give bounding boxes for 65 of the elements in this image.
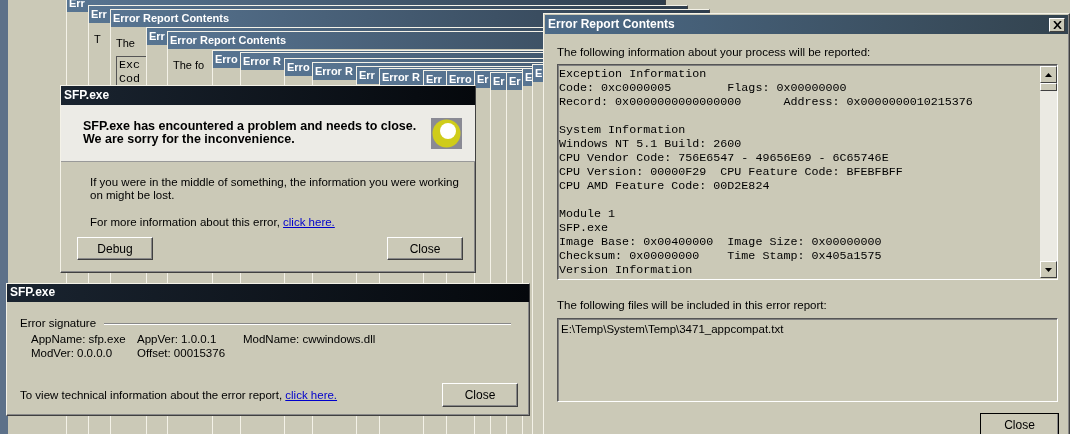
info-text: For more information about this error, click here.: [90, 215, 336, 230]
help-link[interactable]: click here.: [283, 216, 335, 228]
window-title: SFP.exe: [61, 86, 475, 105]
heading-text: We are sorry for the inconvenience.: [83, 133, 295, 147]
report-line: CPU Version: 00000F29 CPU Feature Code: BFEBFBFF: [559, 165, 904, 180]
window-title: Err: [426, 73, 442, 85]
footer-text: To view technical information about the error report, click here.: [20, 387, 338, 403]
window-title: Error R: [315, 65, 353, 77]
window-title: Er: [493, 75, 505, 87]
signature-field: Offset: 00015376: [137, 346, 337, 361]
close-icon[interactable]: [1049, 17, 1065, 32]
window-title: SFP.exe: [7, 284, 529, 302]
window-title: E: [535, 67, 543, 79]
intro-text: The following information about your process will be reported:: [557, 45, 872, 60]
scroll-down-icon[interactable]: [1040, 261, 1057, 279]
debug-button[interactable]: Debug: [77, 237, 153, 261]
report-line: Windows NT 5.1 Build: 2600: [559, 137, 743, 152]
window-title: Err: [359, 69, 375, 81]
window-title: Error Report Contents: [548, 16, 675, 33]
window-title: E: [525, 71, 533, 83]
report-line: Module 1: [559, 207, 617, 222]
body-text: T: [94, 33, 101, 45]
warning-icon: [431, 117, 462, 149]
signature-field: ModVer: 0.0.0.0: [31, 346, 137, 361]
report-line: Record: 0x0000000000000000 Address: 0x0000000010215376: [559, 95, 974, 110]
group-label: Error signature: [20, 316, 97, 331]
report-line: Image Base: 0x00400000 Image Size: 0x00000000: [559, 235, 883, 250]
signature-field: ModName: cwwindows.dll: [243, 332, 443, 347]
close-button[interactable]: Close: [387, 237, 463, 261]
report-line: SFP.exe: [559, 221, 610, 236]
window-title: Error R: [243, 55, 281, 67]
technical-info-link[interactable]: click here.: [285, 388, 338, 401]
window-title: Err: [91, 8, 107, 20]
close-button[interactable]: Close: [980, 412, 1059, 434]
report-line: CPU AMD Feature Code: 00D2E824: [559, 179, 771, 194]
window-title: Erro: [287, 61, 310, 73]
report-line: Exception Information: [559, 67, 708, 82]
signature-field: AppName: sfp.exe: [31, 332, 137, 347]
report-line: Code: 0xc0000005 Flags: 0x00000000: [559, 81, 848, 96]
report-line: CPU Vendor Code: 756E6547 - 49656E69 - 6C65746E: [559, 151, 890, 166]
window-title: Er: [509, 75, 521, 87]
scrollbar[interactable]: [1040, 66, 1057, 279]
file-path: E:\Temp\System\Temp\3471_appcompat.txt: [561, 321, 785, 337]
window-title: Err: [149, 30, 165, 42]
report-line: Version Information: [559, 263, 694, 278]
window-title: Error Report Contents: [170, 34, 287, 46]
window-title: Erro: [215, 53, 238, 65]
signature-field: AppVer: 1.0.0.1: [137, 332, 243, 347]
body-text: The fo: [173, 59, 205, 71]
heading-text: SFP.exe has encountered a problem and needs to close.: [83, 119, 417, 133]
message-text: If you were in the middle of something, the information you were working on might be lost.: [90, 176, 460, 202]
window-title: Er: [477, 73, 489, 85]
scroll-thumb[interactable]: [1040, 83, 1057, 92]
report-line: Checksum: 0x00000000 Time Stamp: 0x405a1575: [559, 249, 883, 264]
window-title: Error Report Contents: [113, 12, 230, 24]
window-title: Err: [69, 0, 85, 9]
close-button[interactable]: Close: [442, 383, 518, 408]
window-title: Erro: [449, 73, 472, 85]
report-line: System Information: [559, 123, 687, 138]
text-line: Cod: [119, 71, 141, 86]
window-title: Error R: [382, 71, 420, 83]
text-line: Exc: [119, 57, 141, 72]
body-text: The: [116, 37, 135, 49]
scroll-up-icon[interactable]: [1040, 66, 1057, 84]
files-label: The following files will be included in this error report:: [557, 298, 828, 314]
